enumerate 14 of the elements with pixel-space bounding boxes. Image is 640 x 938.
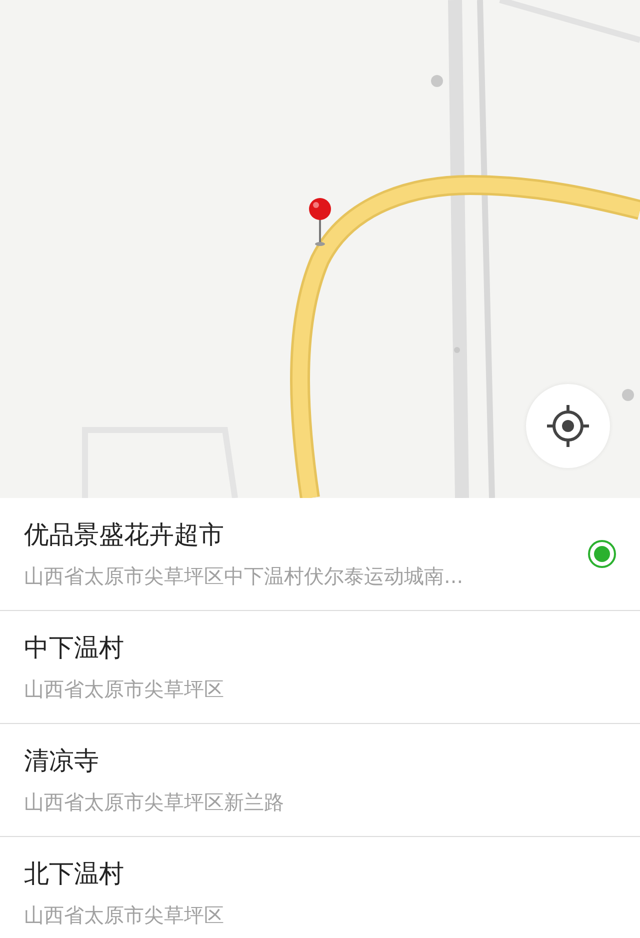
map-pin-icon [306,196,334,248]
place-address: 山西省太原市尖草坪区中下温村伏尔泰运动城南... [24,563,464,590]
place-name: 优品景盛花卉超市 [24,519,225,551]
place-address: 山西省太原市尖草坪区新兰路 [24,789,285,816]
place-item[interactable]: 清凉寺 山西省太原市尖草坪区新兰路 [0,724,640,837]
place-item[interactable]: 北下温村 山西省太原市尖草坪区 [0,837,640,938]
place-item[interactable]: 中下温村 山西省太原市尖草坪区 [0,611,640,724]
place-address: 山西省太原市尖草坪区 [24,676,225,703]
crosshair-icon [545,403,591,449]
place-name: 中下温村 [24,632,125,664]
place-address: 山西省太原市尖草坪区 [24,902,225,929]
place-name: 北下温村 [24,858,125,890]
place-item[interactable]: 优品景盛花卉超市 山西省太原市尖草坪区中下温村伏尔泰运动城南... [0,498,640,611]
place-name: 清凉寺 [24,745,100,777]
